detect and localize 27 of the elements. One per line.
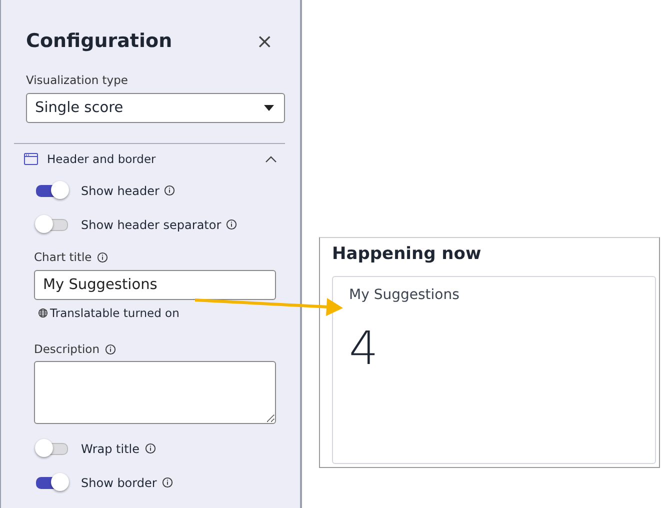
translatable-note: Translatable turned on — [50, 306, 180, 320]
field-label: Chart title — [34, 250, 92, 264]
chevron-icon — [265, 156, 277, 162]
info-icon[interactable] — [96, 252, 108, 262]
field-label: Description — [34, 342, 100, 356]
toggle-label: Show header — [81, 184, 160, 198]
globe-icon — [38, 308, 48, 318]
info-icon[interactable] — [104, 344, 116, 354]
info-icon[interactable] — [226, 219, 238, 230]
info-icon[interactable] — [144, 443, 156, 454]
section-header[interactable]: Header and border — [14, 144, 285, 166]
score-value: 4 — [349, 325, 380, 371]
visualization-type-dropdown[interactable]: Single score — [26, 93, 285, 123]
toggle-label: Show border — [81, 476, 157, 490]
description-field[interactable] — [34, 361, 276, 424]
close-button[interactable]: × — [256, 31, 285, 51]
info-icon[interactable] — [162, 477, 173, 488]
card-title: My Suggestions — [349, 287, 460, 303]
preview-title: Happening now — [332, 244, 482, 264]
toggle-label: Wrap title — [81, 442, 140, 456]
info-icon[interactable] — [164, 185, 176, 196]
field-label: Visualization type — [26, 73, 129, 87]
toggle-label: Show header separator — [81, 218, 222, 232]
window-icon — [24, 153, 38, 165]
panel-title: Configuration — [26, 30, 172, 52]
chart-title-field[interactable]: My Suggestions — [34, 270, 276, 300]
caret-icon — [264, 105, 274, 111]
